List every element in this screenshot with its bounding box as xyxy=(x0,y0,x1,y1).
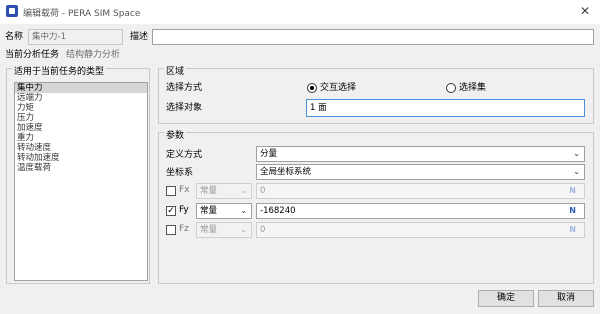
chevron-down-icon: ⌄ xyxy=(573,149,580,158)
list-item[interactable]: 集中力 xyxy=(15,83,147,93)
list-item[interactable]: 远端力 xyxy=(15,93,147,103)
name-label: 名称 xyxy=(5,32,24,42)
coord-system-value: 全局坐标系统 xyxy=(260,167,312,177)
define-mode-value: 分量 xyxy=(260,149,278,159)
fy-checkbox[interactable]: ✓ xyxy=(166,206,176,216)
title-bar: 编辑载荷 - PERA SIM Space ✕ xyxy=(0,0,600,24)
fx-value: 0 xyxy=(260,186,266,196)
params-title: 参数 xyxy=(164,128,187,141)
target-field[interactable]: 1 面 xyxy=(306,99,585,117)
task-value: 结构静力分析 xyxy=(66,50,121,60)
radio-interactive-label[interactable]: 交互选择 xyxy=(320,83,356,94)
fz-checkbox[interactable] xyxy=(166,225,176,235)
fx-unit: N xyxy=(569,186,576,195)
fy-unit: N xyxy=(569,206,576,215)
target-label: 选择对象 xyxy=(166,103,203,113)
fx-mode-select[interactable]: 常量 ⌄ xyxy=(196,183,252,199)
cancel-button[interactable]: 取消 xyxy=(538,290,594,307)
description-label: 描述 xyxy=(130,32,149,42)
fz-label: Fz xyxy=(179,224,189,234)
ok-button[interactable]: 确定 xyxy=(478,290,534,307)
fz-mode-select[interactable]: 常量 ⌄ xyxy=(196,222,252,238)
chevron-down-icon: ⌄ xyxy=(240,206,247,215)
fz-value-field[interactable]: 0 N xyxy=(256,222,585,238)
description-field[interactable] xyxy=(152,29,594,45)
app-logo-icon xyxy=(6,5,18,17)
radio-selection-set-label[interactable]: 选择集 xyxy=(459,83,486,94)
chevron-down-icon: ⌄ xyxy=(573,167,580,176)
fx-mode-value: 常量 xyxy=(200,186,218,196)
window-title: 编辑载荷 - PERA SIM Space xyxy=(23,9,141,19)
check-icon: ✓ xyxy=(167,206,175,216)
fx-checkbox[interactable] xyxy=(166,186,176,196)
task-types-title: 适用于当前任务的类型 xyxy=(12,64,107,77)
list-item[interactable]: 加速度 xyxy=(15,123,147,133)
coord-system-label: 坐标系 xyxy=(166,168,194,178)
list-item[interactable]: 温度载荷 xyxy=(15,163,147,173)
coord-system-select[interactable]: 全局坐标系统 ⌄ xyxy=(256,164,585,180)
region-title: 区域 xyxy=(164,64,187,77)
fy-label: Fy xyxy=(179,205,189,215)
radio-selection-set[interactable] xyxy=(446,83,456,93)
fz-value: 0 xyxy=(260,225,266,235)
list-item[interactable]: 力矩 xyxy=(15,103,147,113)
fx-label: Fx xyxy=(179,185,190,195)
fy-value-field[interactable]: -168240 N xyxy=(256,203,585,219)
define-mode-select[interactable]: 分量 ⌄ xyxy=(256,146,585,162)
chevron-down-icon: ⌄ xyxy=(240,186,247,195)
fx-value-field[interactable]: 0 N xyxy=(256,183,585,199)
load-type-list[interactable]: 集中力 远端力 力矩 压力 加速度 重力 转动速度 转动加速度 温度载荷 xyxy=(14,82,148,281)
fz-mode-value: 常量 xyxy=(200,225,218,235)
close-icon[interactable]: ✕ xyxy=(580,4,590,18)
list-item[interactable]: 转动速度 xyxy=(15,143,147,153)
list-item[interactable]: 重力 xyxy=(15,133,147,143)
name-field[interactable]: 集中力-1 xyxy=(28,29,123,45)
radio-interactive[interactable] xyxy=(307,83,317,93)
task-label: 当前分析任务 xyxy=(5,50,60,60)
select-mode-label: 选择方式 xyxy=(166,83,203,93)
fy-value: -168240 xyxy=(260,206,296,216)
fy-mode-value: 常量 xyxy=(200,206,218,216)
define-mode-label: 定义方式 xyxy=(166,150,203,160)
list-item[interactable]: 压力 xyxy=(15,113,147,123)
list-item[interactable]: 转动加速度 xyxy=(15,153,147,163)
fy-mode-select[interactable]: 常量 ⌄ xyxy=(196,203,252,219)
fz-unit: N xyxy=(569,225,576,234)
chevron-down-icon: ⌄ xyxy=(240,225,247,234)
